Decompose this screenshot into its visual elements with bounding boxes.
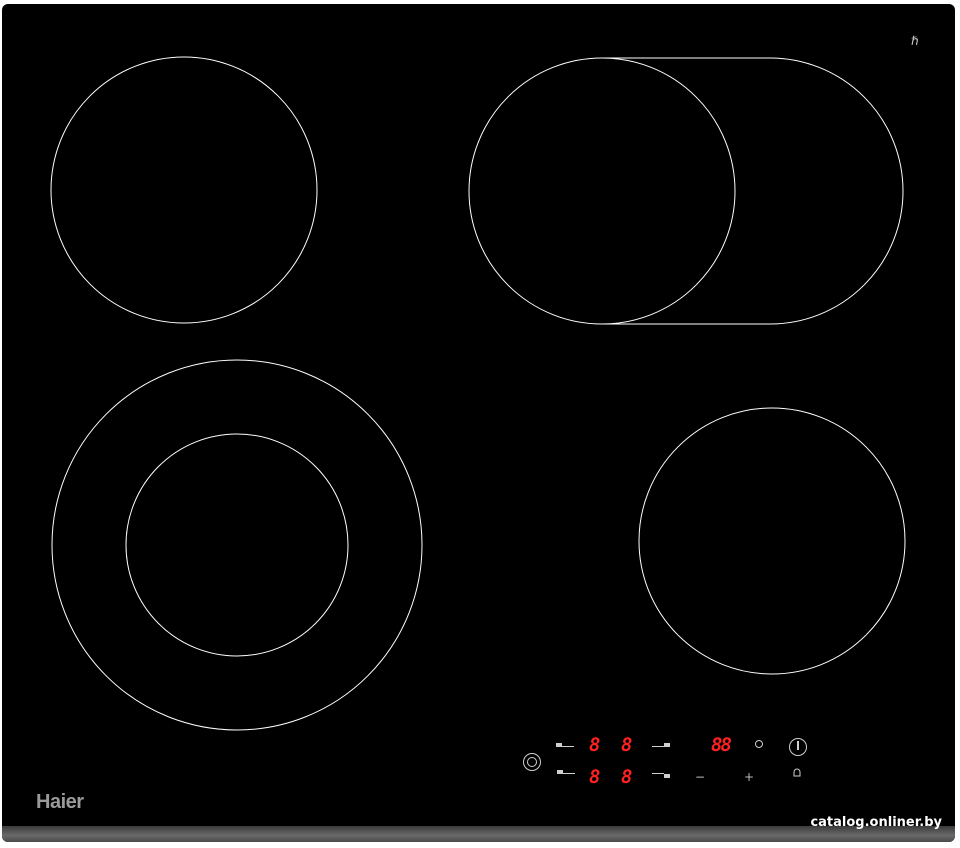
rear-right-zone[interactable] [468, 57, 736, 325]
watermark: catalog.onliner.by [810, 815, 942, 830]
plus-button[interactable]: + [743, 771, 755, 783]
front-left-zone-outer[interactable] [51, 359, 423, 731]
zone-select-front-right[interactable] [652, 770, 670, 779]
hot-surface-icon: ℏ [911, 34, 919, 48]
zone-select-front-left[interactable] [557, 770, 575, 779]
zone-display-rear-right: 8 [621, 734, 633, 756]
timer-display: 88 [711, 734, 732, 756]
key-lock-icon[interactable] [793, 768, 801, 777]
zone-select-rear-left[interactable] [556, 738, 574, 747]
minus-button[interactable]: − [694, 771, 706, 783]
front-right-zone[interactable] [638, 407, 906, 675]
rear-right-zone-extension[interactable] [602, 57, 904, 325]
brand-logo: Haier [36, 791, 84, 813]
power-button[interactable] [789, 738, 807, 756]
cooking-zones: ℏ [50, 34, 919, 777]
zone-select-rear-right[interactable] [652, 738, 670, 747]
timer-icon[interactable] [755, 740, 763, 748]
zone-display-front-right: 8 [621, 766, 633, 788]
zone-display-rear-left: 8 [589, 734, 601, 756]
rear-left-zone[interactable] [50, 56, 318, 324]
lock-icon [527, 757, 537, 767]
front-left-zone-inner[interactable] [125, 433, 349, 657]
power-icon [797, 741, 799, 750]
zone-display-front-left: 8 [589, 766, 601, 788]
lock-button[interactable] [523, 753, 541, 771]
cooktop-glass: ℏ 8 8 8 8 88 − + Haier [2, 4, 955, 842]
